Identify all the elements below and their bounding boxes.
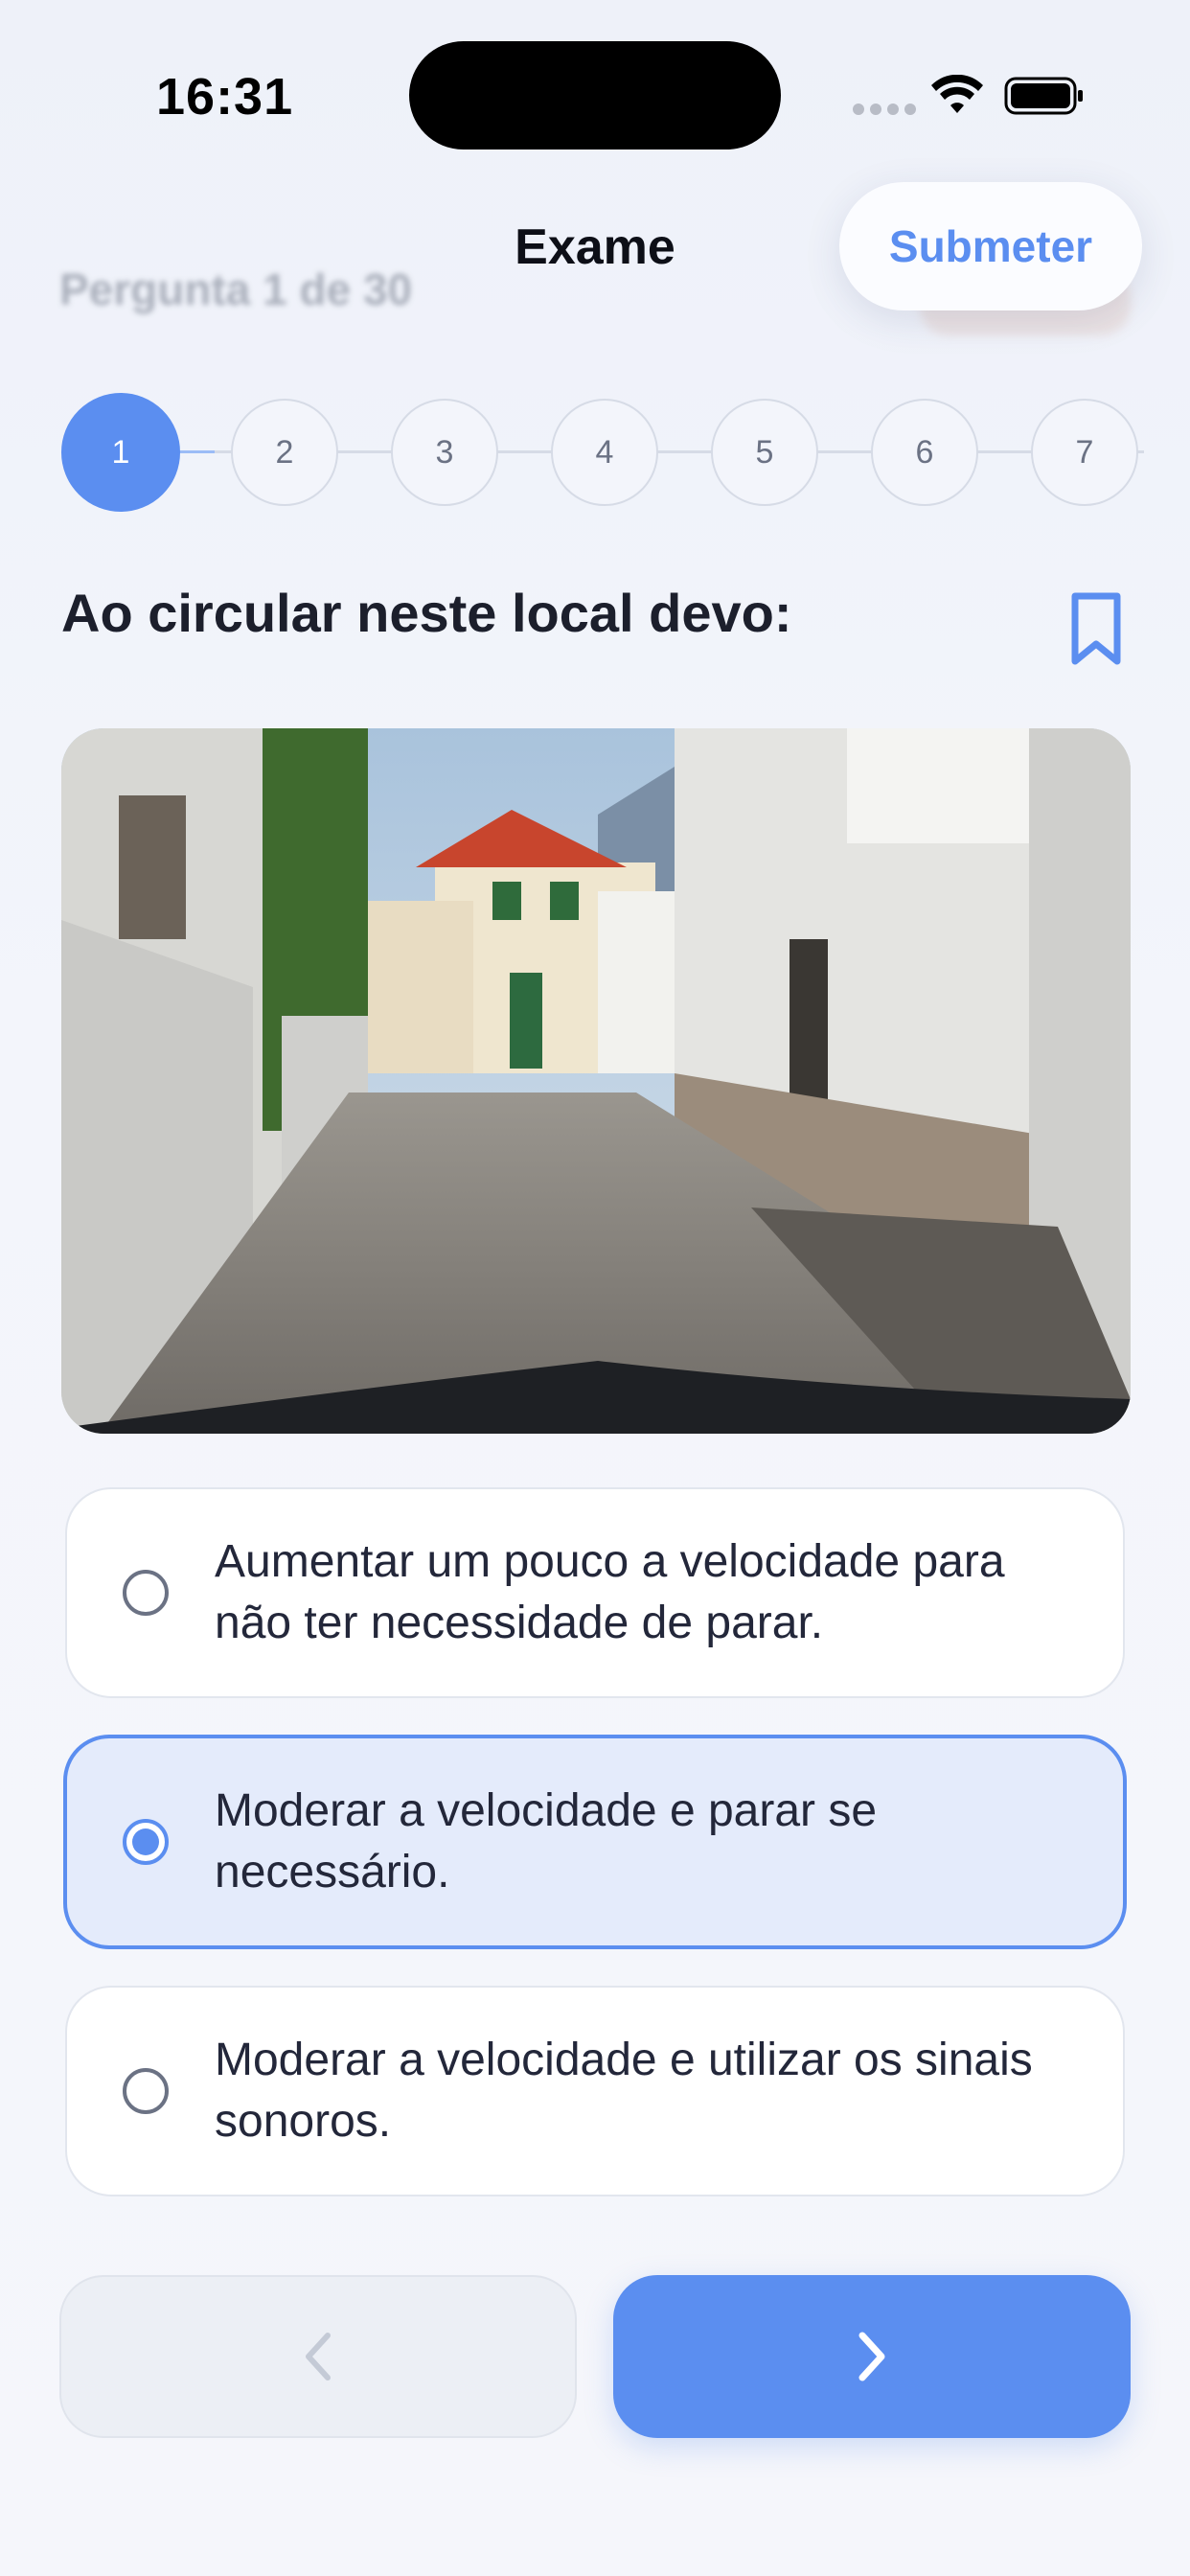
step-2[interactable]: 2 <box>231 399 338 506</box>
submit-button[interactable]: Submeter <box>839 182 1142 310</box>
answer-option-1[interactable]: Aumentar um pouco a velocidade para não … <box>65 1487 1125 1698</box>
bookmark-icon[interactable] <box>1069 592 1123 667</box>
step-1[interactable]: 1 <box>61 393 180 512</box>
previous-question-button[interactable] <box>59 2275 577 2438</box>
exam-screen: 16:31 Pergunta 1 de 30 Exame Submeter 1 … <box>0 0 1190 2576</box>
radio-button-selected[interactable] <box>123 1819 169 1865</box>
status-bar: 16:31 <box>0 0 1190 192</box>
answer-option-text: Aumentar um pouco a velocidade para não … <box>215 1536 1005 1648</box>
answer-option-2[interactable]: Moderar a velocidade e parar se necessár… <box>63 1735 1127 1949</box>
dynamic-island <box>409 41 781 150</box>
wifi-icon <box>931 75 983 113</box>
question-image <box>61 728 1131 1434</box>
answer-option-text: Moderar a velocidade e utilizar os sinai… <box>215 2035 1033 2147</box>
radio-button[interactable] <box>123 2068 169 2114</box>
step-3[interactable]: 3 <box>391 399 498 506</box>
answer-option-3[interactable]: Moderar a velocidade e utilizar os sinai… <box>65 1986 1125 2196</box>
question-text: Ao circular neste local devo: <box>61 583 792 643</box>
radio-button[interactable] <box>123 1570 169 1616</box>
battery-icon <box>1004 77 1083 115</box>
cellular-signal-icon <box>853 104 916 115</box>
status-time: 16:31 <box>156 68 294 126</box>
question-stepper: 1 2 3 4 5 6 7 <box>61 393 1144 512</box>
step-6[interactable]: 6 <box>871 399 978 506</box>
step-5[interactable]: 5 <box>711 399 818 506</box>
chevron-left-icon <box>306 2333 331 2380</box>
next-question-button[interactable] <box>613 2275 1131 2438</box>
step-4[interactable]: 4 <box>551 399 658 506</box>
answer-option-text: Moderar a velocidade e parar se necessár… <box>215 1785 878 1898</box>
step-7[interactable]: 7 <box>1031 399 1138 506</box>
chevron-right-icon <box>858 2332 885 2381</box>
